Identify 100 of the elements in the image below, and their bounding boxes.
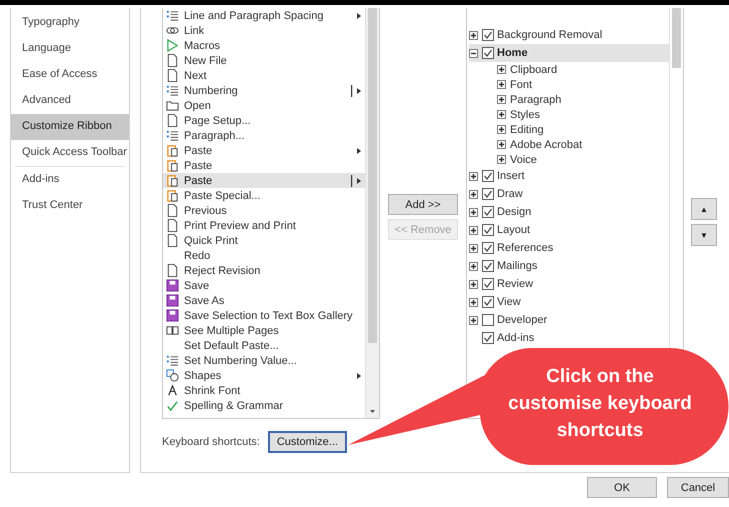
checkbox[interactable] [482, 47, 494, 59]
ribbon-tab-item[interactable]: Add-ins [469, 329, 669, 347]
ribbon-tab-item[interactable]: Background Removal [469, 26, 669, 44]
expand-icon[interactable] [469, 280, 478, 288]
expand-icon[interactable] [469, 316, 478, 324]
command-item[interactable]: Save As [163, 293, 365, 308]
shapes-icon [166, 369, 179, 382]
command-item[interactable]: Paragraph... [163, 128, 365, 143]
tab-label: Add-ins [497, 332, 534, 344]
nav-item[interactable]: Typography [11, 10, 129, 36]
expand-icon[interactable] [497, 125, 506, 134]
command-item[interactable]: Link [163, 23, 365, 38]
command-item[interactable]: Open [163, 98, 365, 113]
command-item[interactable]: Paste [163, 143, 365, 158]
ribbon-tab-item[interactable]: Layout [469, 221, 669, 239]
ribbon-tab-item[interactable]: Design [469, 203, 669, 221]
checkbox[interactable] [482, 224, 494, 236]
group-label[interactable]: Editing [510, 124, 544, 136]
checkbox[interactable] [482, 188, 494, 200]
checkbox[interactable] [482, 332, 494, 344]
command-item[interactable]: Paste [163, 158, 365, 173]
nav-item[interactable]: Add-ins [11, 167, 129, 193]
checkbox[interactable] [482, 206, 494, 218]
checkbox[interactable] [482, 296, 494, 308]
ribbon-tab-item[interactable]: Review [469, 275, 669, 293]
group-label[interactable]: Adobe Acrobat [510, 138, 582, 150]
command-item[interactable]: Reject Revision [163, 263, 365, 278]
command-item[interactable]: Spelling & Grammar [163, 398, 365, 413]
expand-icon[interactable] [497, 80, 506, 89]
move-down-button[interactable]: ▼ [691, 224, 717, 246]
command-item[interactable]: Line and Paragraph Spacing [163, 8, 365, 23]
command-item[interactable]: Macros [163, 38, 365, 53]
command-item[interactable]: Paste Special... [163, 188, 365, 203]
command-item[interactable]: Shrink Font [163, 383, 365, 398]
expand-icon[interactable] [469, 226, 478, 234]
checkbox[interactable] [482, 278, 494, 290]
checkbox[interactable] [482, 314, 494, 326]
expand-icon[interactable] [497, 95, 506, 104]
nav-item[interactable]: Quick Access Toolbar [11, 140, 129, 166]
dialog-button[interactable]: OK [587, 477, 657, 498]
checkbox[interactable] [482, 260, 494, 272]
clipboard-icon [166, 144, 179, 157]
ribbon-tab-item[interactable]: References [469, 239, 669, 257]
command-item[interactable]: Numbering [163, 83, 365, 98]
expand-icon[interactable] [469, 298, 478, 306]
customize-button[interactable]: Customize... [268, 431, 347, 453]
expand-icon[interactable] [497, 155, 506, 164]
scrollbar-thumb[interactable] [368, 8, 377, 343]
checkbox[interactable] [482, 170, 494, 182]
tab-label: Background Removal [497, 29, 602, 41]
nav-item[interactable]: Advanced [11, 88, 129, 114]
document-icon [166, 234, 179, 247]
nav-item[interactable]: Ease of Access [11, 62, 129, 88]
command-item[interactable]: Paste [163, 173, 365, 188]
move-up-button[interactable]: ▲ [691, 198, 717, 220]
expand-icon[interactable] [469, 172, 478, 180]
expand-icon[interactable] [497, 140, 506, 149]
add-button[interactable]: Add >> [388, 194, 458, 215]
group-label[interactable]: Clipboard [510, 64, 558, 76]
ribbon-tab-item[interactable]: Insert [469, 167, 669, 185]
command-item[interactable]: Page Setup... [163, 113, 365, 128]
command-item[interactable]: Save Selection to Text Box Gallery [163, 308, 365, 323]
expand-icon[interactable] [469, 30, 478, 40]
ribbon-tab-item[interactable]: Developer [469, 311, 669, 329]
expand-icon[interactable] [469, 244, 478, 252]
expand-icon[interactable] [497, 65, 506, 74]
command-item[interactable]: Redo [163, 248, 365, 263]
command-item[interactable]: Save [163, 278, 365, 293]
checkbox[interactable] [482, 29, 494, 41]
tab-label: View [497, 296, 521, 308]
group-label[interactable]: Paragraph [510, 94, 562, 106]
nav-item[interactable]: Language [11, 36, 129, 62]
command-item[interactable]: Previous [163, 203, 365, 218]
command-item[interactable]: Quick Print [163, 233, 365, 248]
ribbon-tab-item[interactable]: View [469, 293, 669, 311]
checkbox[interactable] [482, 242, 494, 254]
list-icon [166, 354, 179, 367]
ribbon-tab-item[interactable]: Draw [469, 185, 669, 203]
ribbon-tab-item[interactable]: Mailings [469, 257, 669, 275]
expand-icon[interactable] [469, 208, 478, 216]
command-item[interactable]: Set Numbering Value... [163, 353, 365, 368]
expand-icon[interactable] [469, 262, 478, 270]
command-item[interactable]: Next [163, 68, 365, 83]
collapse-icon[interactable] [469, 48, 478, 58]
nav-item[interactable]: Trust Center [11, 193, 129, 219]
ribbon-tab-item[interactable]: Home [469, 44, 669, 62]
command-item[interactable]: Set Default Paste... [163, 338, 365, 353]
command-item[interactable]: Shapes [163, 368, 365, 383]
command-item[interactable]: New File [163, 53, 365, 68]
dialog-button[interactable]: Cancel [667, 477, 729, 498]
command-item[interactable]: See Multiple Pages [163, 323, 365, 338]
group-label[interactable]: Voice [510, 154, 537, 166]
group-label[interactable]: Font [510, 78, 532, 90]
group-label[interactable]: Styles [510, 108, 540, 120]
command-item[interactable]: Print Preview and Print [163, 218, 365, 233]
nav-item[interactable]: Customize Ribbon [11, 114, 129, 140]
expand-icon[interactable] [497, 110, 506, 119]
expand-icon[interactable] [469, 190, 478, 198]
scrollbar-thumb[interactable] [672, 8, 681, 68]
tab-label: Mailings [497, 260, 538, 272]
